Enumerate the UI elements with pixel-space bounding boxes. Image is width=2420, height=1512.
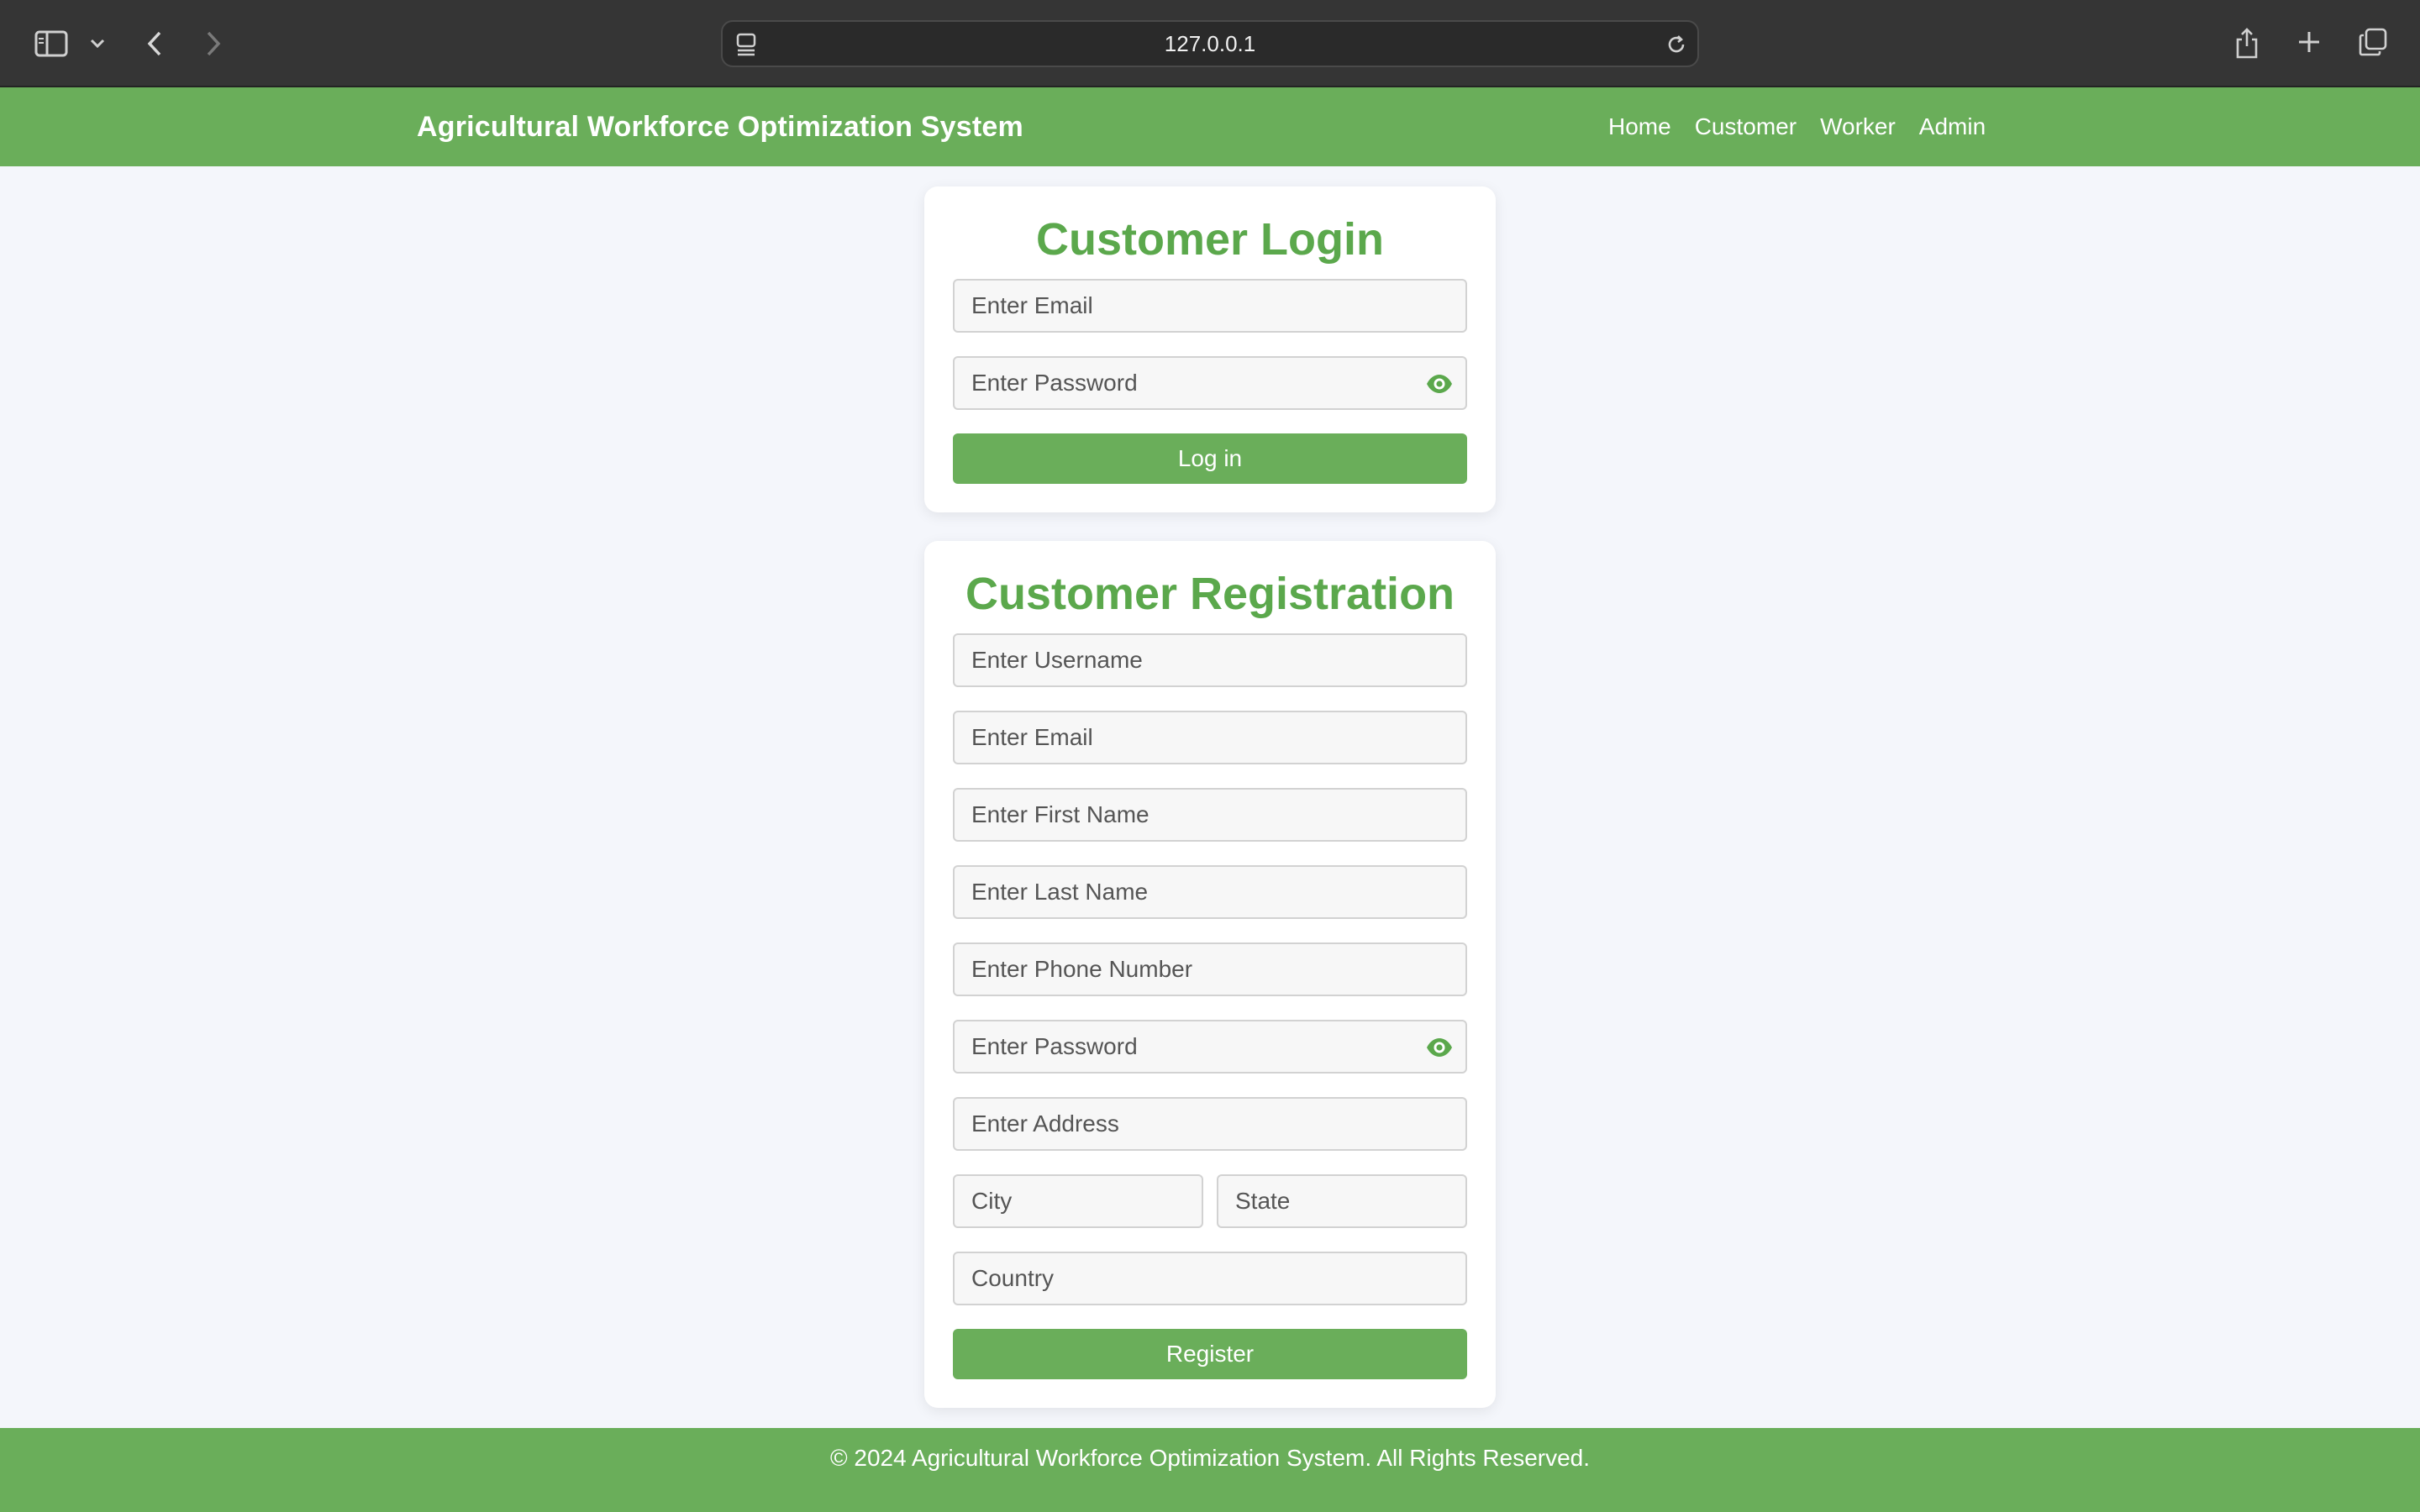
login-password-field[interactable] bbox=[953, 356, 1467, 410]
registration-card: Customer Registration Register bbox=[924, 541, 1496, 1408]
register-button[interactable]: Register bbox=[953, 1329, 1467, 1379]
login-password-input[interactable] bbox=[955, 358, 1465, 408]
login-button[interactable]: Log in bbox=[953, 433, 1467, 484]
url-text[interactable]: 127.0.0.1 bbox=[723, 22, 1697, 66]
nav-admin[interactable]: Admin bbox=[1907, 87, 1997, 166]
chevron-down-icon[interactable] bbox=[87, 32, 108, 55]
reg-password-field[interactable] bbox=[953, 1020, 1467, 1074]
reg-phone-input[interactable] bbox=[955, 944, 1465, 995]
login-email-input[interactable] bbox=[955, 281, 1465, 331]
eye-icon[interactable] bbox=[1425, 373, 1454, 395]
registration-title: Customer Registration bbox=[965, 569, 1455, 619]
sidebar-icon[interactable] bbox=[32, 27, 71, 60]
reg-first-name-field[interactable] bbox=[953, 788, 1467, 842]
reg-first-name-input[interactable] bbox=[955, 790, 1465, 840]
login-email-field[interactable] bbox=[953, 279, 1467, 333]
reg-email-field[interactable] bbox=[953, 711, 1467, 764]
address-bar[interactable]: 127.0.0.1 bbox=[721, 20, 1699, 67]
share-icon[interactable] bbox=[2232, 24, 2262, 62]
eye-icon[interactable] bbox=[1425, 1037, 1454, 1058]
nav-customer[interactable]: Customer bbox=[1683, 87, 1808, 166]
reg-city-field[interactable] bbox=[953, 1174, 1203, 1228]
browser-toolbar: 127.0.0.1 bbox=[0, 0, 2420, 87]
login-card: Customer Login Log in bbox=[924, 186, 1496, 512]
reg-username-input[interactable] bbox=[955, 635, 1465, 685]
site-title[interactable]: Agricultural Workforce Optimization Syst… bbox=[417, 87, 1023, 166]
reg-password-input[interactable] bbox=[955, 1021, 1465, 1072]
new-tab-icon[interactable] bbox=[2294, 27, 2324, 57]
site-footer: © 2024 Agricultural Workforce Optimizati… bbox=[0, 1428, 2420, 1512]
forward-icon[interactable] bbox=[198, 25, 229, 62]
site-header: Agricultural Workforce Optimization Syst… bbox=[0, 87, 2420, 166]
copyright-text: © 2024 Agricultural Workforce Optimizati… bbox=[829, 1445, 1591, 1471]
reg-city-input[interactable] bbox=[955, 1176, 1202, 1226]
back-icon[interactable] bbox=[139, 25, 170, 62]
reg-address-field[interactable] bbox=[953, 1097, 1467, 1151]
tabs-overview-icon[interactable] bbox=[2356, 25, 2390, 59]
reg-phone-field[interactable] bbox=[953, 942, 1467, 996]
reload-icon[interactable] bbox=[1664, 32, 1689, 57]
main-nav: Home Customer Worker Admin bbox=[1597, 87, 1997, 166]
reg-country-field[interactable] bbox=[953, 1252, 1467, 1305]
reg-state-input[interactable] bbox=[1218, 1176, 1465, 1226]
reg-state-field[interactable] bbox=[1217, 1174, 1467, 1228]
login-title: Customer Login bbox=[1036, 214, 1384, 265]
reg-username-field[interactable] bbox=[953, 633, 1467, 687]
reg-address-input[interactable] bbox=[955, 1099, 1465, 1149]
nav-worker[interactable]: Worker bbox=[1808, 87, 1907, 166]
reg-last-name-field[interactable] bbox=[953, 865, 1467, 919]
reg-email-input[interactable] bbox=[955, 712, 1465, 763]
reg-last-name-input[interactable] bbox=[955, 867, 1465, 917]
nav-home[interactable]: Home bbox=[1597, 87, 1683, 166]
reg-country-input[interactable] bbox=[955, 1253, 1465, 1304]
